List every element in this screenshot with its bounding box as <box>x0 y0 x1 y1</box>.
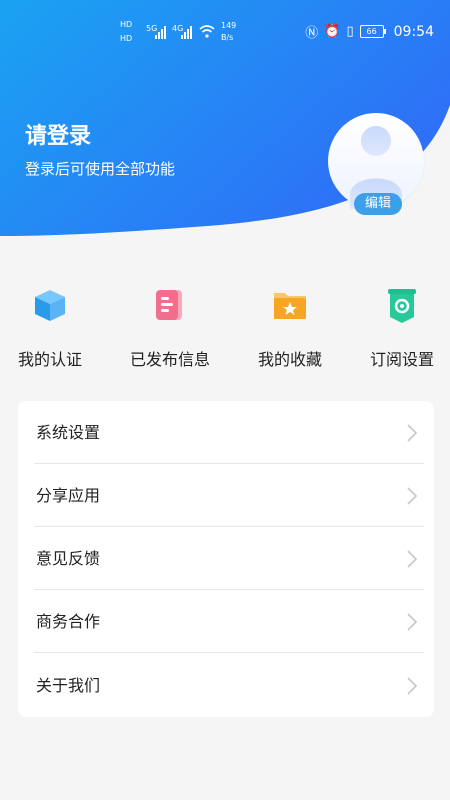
divider <box>34 652 424 653</box>
wifi-icon <box>199 25 215 38</box>
alarm-icon: ⏰ <box>324 24 341 39</box>
menu-item-label: 分享应用 <box>36 486 101 505</box>
shortcut-my-favorites[interactable]: 我的收藏 <box>235 285 345 370</box>
menu-item-label: 意见反馈 <box>36 549 101 568</box>
settings-menu: 系统设置 分享应用 意见反馈 商务合作 关于我们 <box>18 401 434 717</box>
menu-item-label: 商务合作 <box>36 612 101 631</box>
subscription-gear-icon <box>388 289 416 323</box>
folder-star-icon <box>274 293 306 319</box>
shortcut-label: 我的认证 <box>17 350 82 369</box>
battery-icon: 66 <box>359 25 386 38</box>
login-subtitle: 登录后可使用全部功能 <box>25 160 176 178</box>
chevron-right-icon <box>407 487 418 505</box>
vibrate-icon: ▯ <box>346 24 354 39</box>
chevron-right-icon <box>407 677 418 695</box>
chevron-right-icon <box>407 424 418 442</box>
edit-profile-button[interactable]: 编辑 <box>354 193 402 215</box>
shortcut-grid: 我的认证 已发布信息 我的收藏 订阅设置 <box>0 285 450 375</box>
document-icon <box>156 290 182 320</box>
status-right: Ⓝ ⏰ ▯ 66 09:54 <box>305 22 434 42</box>
network-hd-2: HD <box>120 34 133 43</box>
shortcut-label: 订阅设置 <box>369 350 434 369</box>
network-hd-1: HD <box>120 20 133 29</box>
shortcut-label: 我的收藏 <box>257 350 322 369</box>
network-speed-value: 149 <box>221 21 237 30</box>
network-speed-unit: B/s <box>221 33 234 42</box>
signal-icon <box>155 26 166 39</box>
shortcut-my-certification[interactable]: 我的认证 <box>0 285 105 370</box>
menu-item-business-cooperation[interactable]: 商务合作 <box>18 590 434 653</box>
shortcut-published-info[interactable]: 已发布信息 <box>115 285 225 370</box>
chevron-right-icon <box>407 550 418 568</box>
menu-item-system-settings[interactable]: 系统设置 <box>18 401 434 464</box>
menu-item-share-app[interactable]: 分享应用 <box>18 464 434 527</box>
signal-icon-2 <box>181 26 192 39</box>
menu-item-about-us[interactable]: 关于我们 <box>18 654 434 717</box>
shortcut-subscription-settings[interactable]: 订阅设置 <box>347 285 450 370</box>
menu-item-feedback[interactable]: 意见反馈 <box>18 527 434 590</box>
clock: 09:54 <box>393 23 434 40</box>
cube-icon <box>35 290 65 321</box>
chevron-right-icon <box>407 613 418 631</box>
shortcut-label: 已发布信息 <box>129 350 210 369</box>
status-bar: HD HD 5G 4G 149 B/s Ⓝ ⏰ ▯ 66 09:54 <box>0 18 450 46</box>
nfc-icon: Ⓝ <box>305 26 319 41</box>
login-title[interactable]: 请登录 <box>25 118 91 150</box>
menu-item-label: 系统设置 <box>36 423 101 442</box>
menu-item-label: 关于我们 <box>36 676 101 695</box>
